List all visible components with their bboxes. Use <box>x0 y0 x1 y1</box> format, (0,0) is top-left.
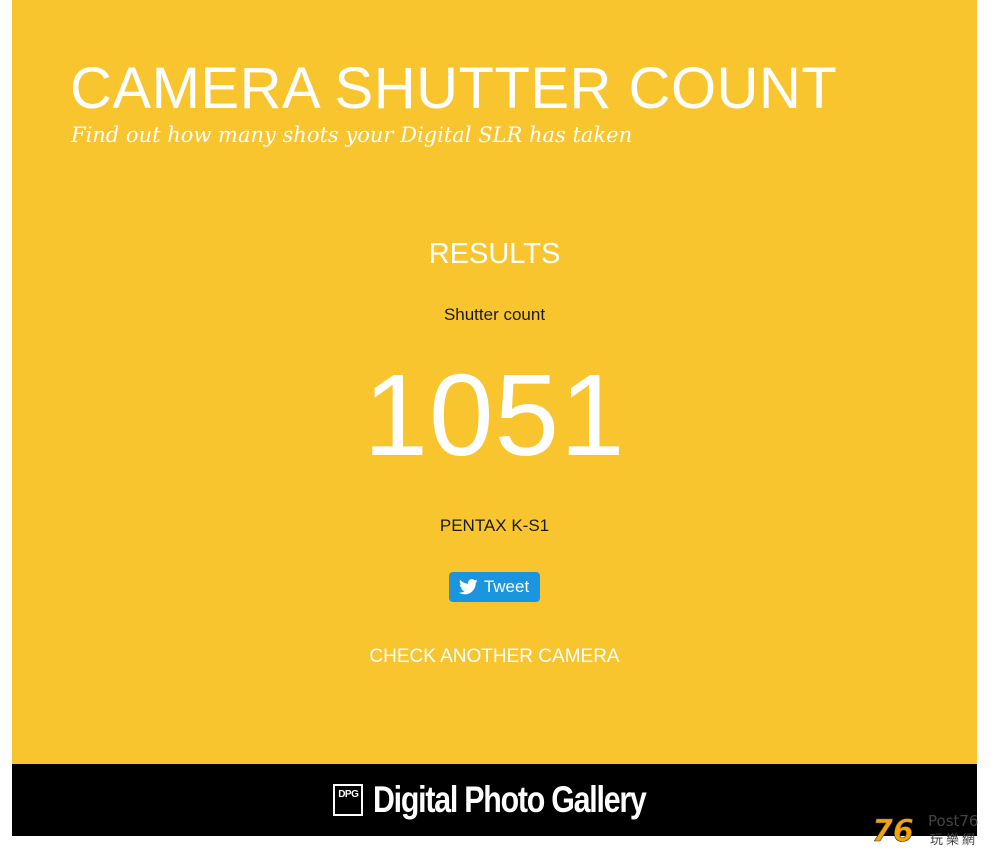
main-panel: CAMERA SHUTTER COUNT Find out how many s… <box>12 0 977 764</box>
site-tagline: Find out how many shots your Digital SLR… <box>71 123 633 147</box>
camera-model: PENTAX K-S1 <box>439 516 550 535</box>
svg-text:Post76: Post76 <box>928 812 978 830</box>
site-title: CAMERA SHUTTER COUNT <box>70 56 838 121</box>
tweet-button[interactable]: Tweet <box>448 572 541 602</box>
dpg-logo-icon: DPG <box>333 784 364 816</box>
tweet-label: Tweet <box>483 577 530 596</box>
svg-text:玩樂網: 玩樂網 <box>930 832 978 847</box>
post76-watermark-logo: 76 Post76 玩樂網 <box>872 812 978 847</box>
footer: DPG Digital Photo Gallery <box>12 764 977 836</box>
results-heading: RESULTS <box>428 238 561 270</box>
page: CAMERA SHUTTER COUNT Find out how many s… <box>0 0 1000 851</box>
digital-photo-gallery-logo[interactable]: DPG Digital Photo Gallery <box>333 780 655 820</box>
shutter-count-label: Shutter count <box>443 305 546 324</box>
twitter-bird-icon <box>458 579 478 595</box>
check-another-camera-link[interactable]: CHECK ANOTHER CAMERA <box>12 645 977 669</box>
svg-text:76: 76 <box>872 814 914 847</box>
tweet-container: Tweet <box>12 572 977 602</box>
shutter-count-value: 1051 <box>363 350 626 480</box>
logo-text: Digital Photo Gallery <box>373 779 647 820</box>
